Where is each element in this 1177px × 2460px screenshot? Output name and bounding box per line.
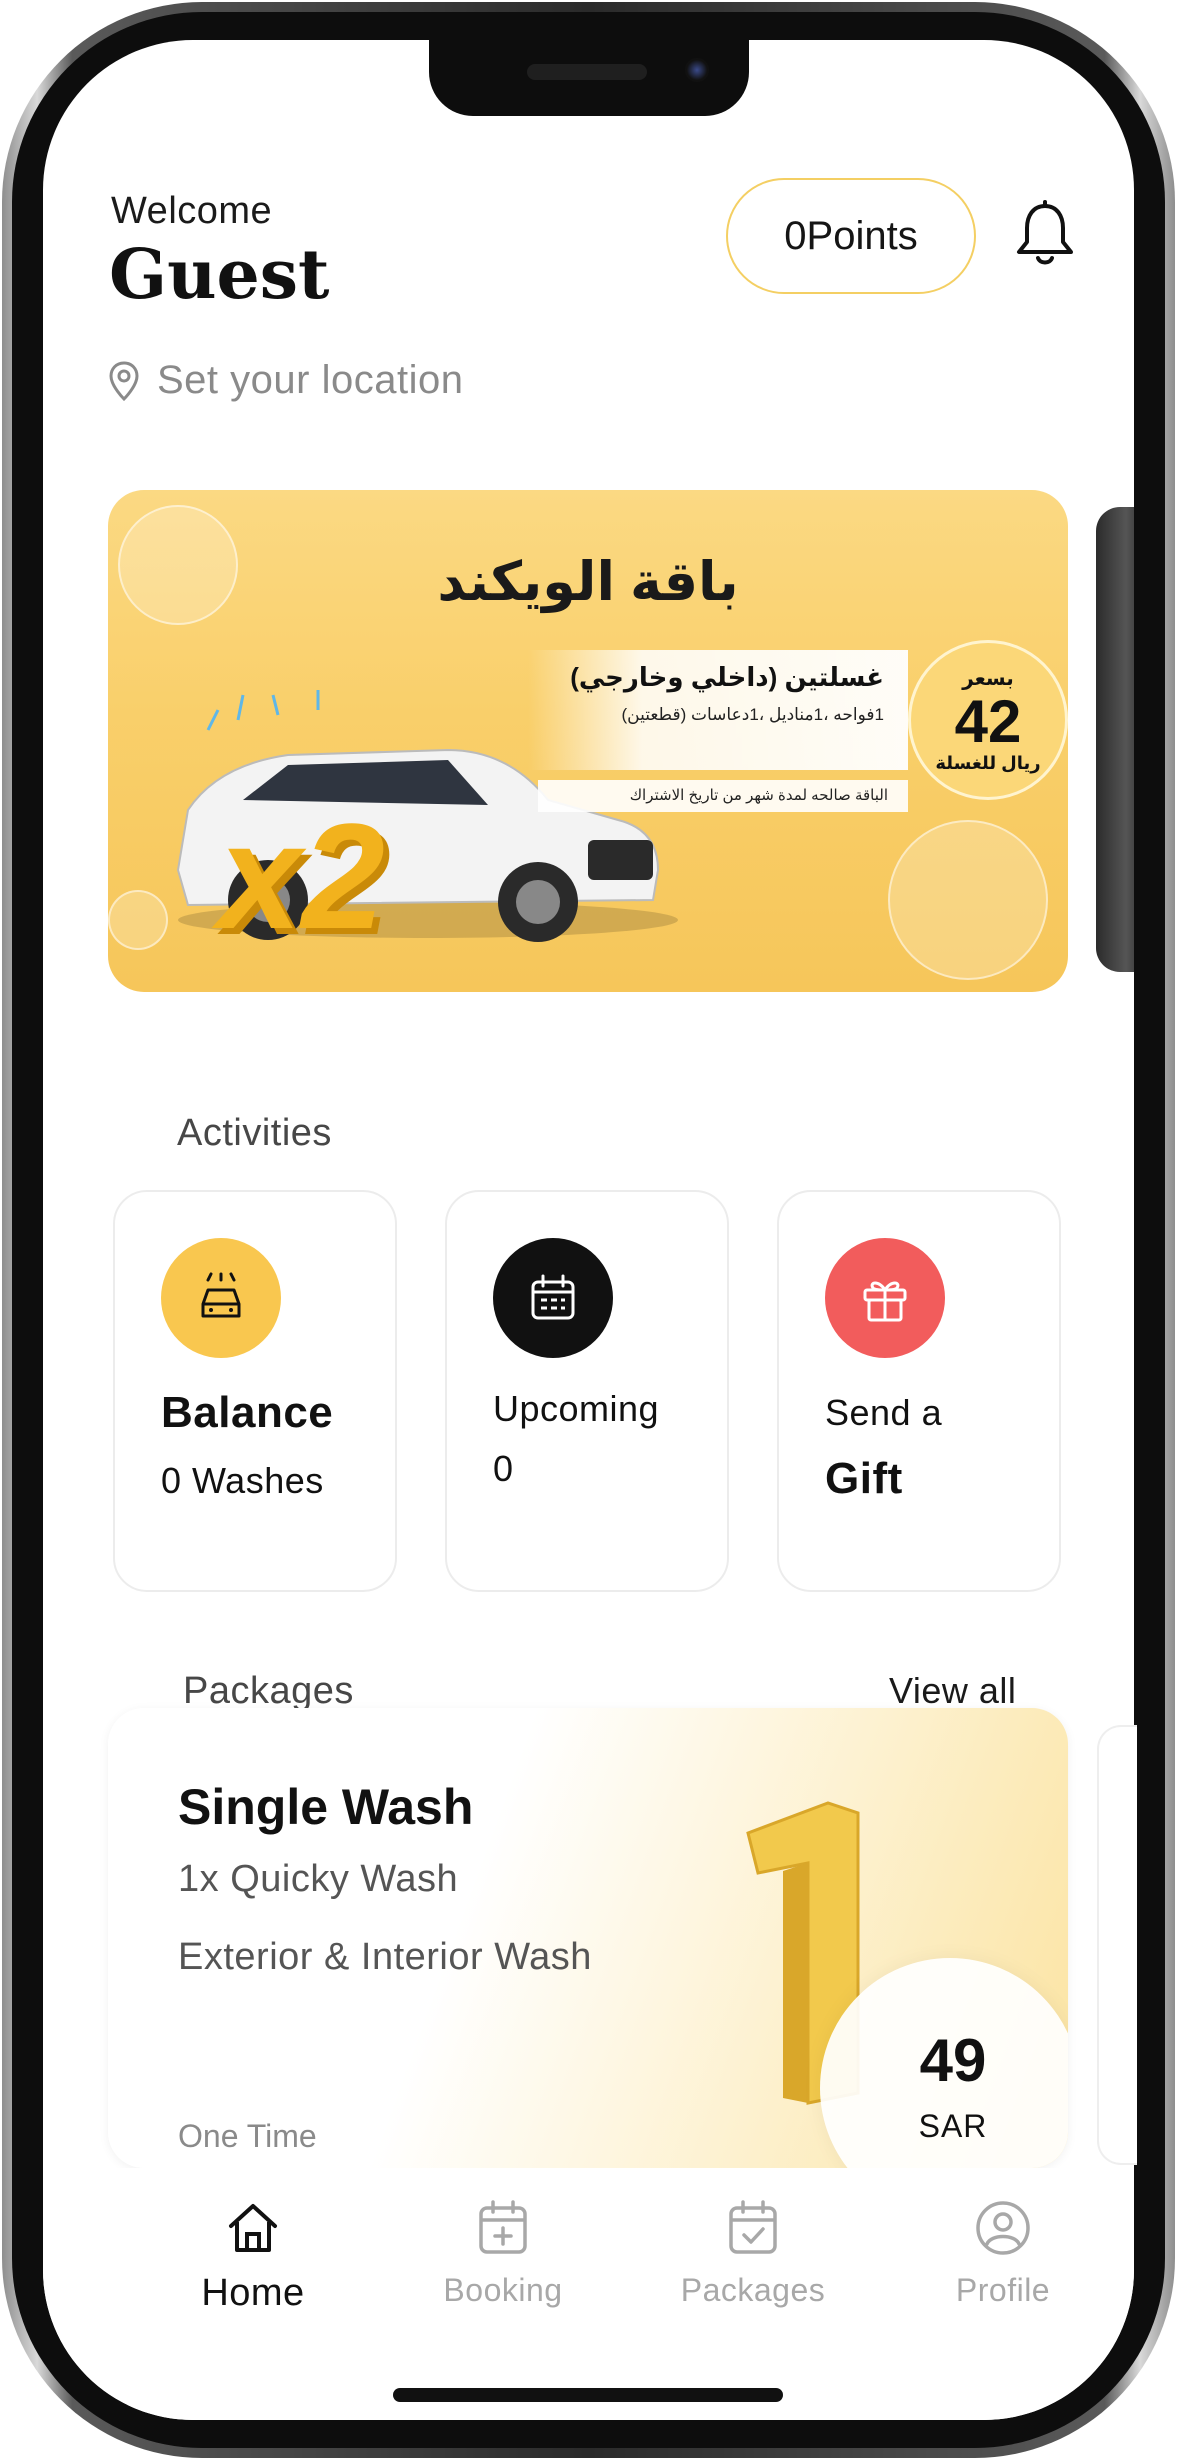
- bottom-nav: Home Booking Packages Profile: [43, 2168, 1134, 2420]
- promo-banner[interactable]: باقة الويكند x2 غسلتين (داخلي وخارجي) 1ف…: [108, 490, 1068, 992]
- nav-home-label: Home: [201, 2272, 305, 2314]
- car-wash-icon: [161, 1238, 281, 1358]
- location-pin-icon: [109, 360, 139, 401]
- user-circle-icon: [976, 2201, 1030, 2255]
- upcoming-value: 0: [493, 1448, 514, 1489]
- balance-title: Balance: [161, 1388, 334, 1437]
- offer-line-2: 1فواحه ،1مناديل ،1دعاسات (قطعتين): [621, 705, 884, 724]
- home-icon: [229, 2204, 277, 2252]
- package-card[interactable]: Single Wash 1x Quicky Wash Exterior & In…: [108, 1708, 1068, 2168]
- user-name: Guest: [109, 235, 330, 315]
- view-all-link[interactable]: View all: [889, 1670, 1016, 1712]
- activities-title: Activities: [177, 1112, 332, 1154]
- balance-card[interactable]: Balance 0 Washes: [113, 1190, 397, 1592]
- nav-packages-label: Packages: [680, 2272, 826, 2308]
- package-subtitle: 1x Quicky Wash: [178, 1858, 459, 1900]
- nav-profile-label: Profile: [955, 2272, 1051, 2308]
- welcome-label: Welcome: [111, 190, 273, 232]
- bubble-decoration: [888, 820, 1048, 980]
- upcoming-card[interactable]: Upcoming 0: [445, 1190, 729, 1592]
- nav-booking-label: Booking: [443, 2272, 563, 2308]
- nav-home[interactable]: Home: [143, 2198, 363, 2315]
- location-selector[interactable]: Set your location: [109, 358, 463, 403]
- nav-profile[interactable]: Profile: [893, 2198, 1113, 2309]
- packages-title: Packages: [183, 1670, 354, 1712]
- banner-price-badge: بسعر 42 ريال للغسلة: [908, 640, 1068, 800]
- send-gift-card[interactable]: Send a Gift: [777, 1190, 1061, 1592]
- calendar-icon: [493, 1238, 613, 1358]
- banner-price: 42: [954, 688, 1022, 755]
- notch: [429, 40, 749, 116]
- nav-packages[interactable]: Packages: [643, 2198, 863, 2309]
- offer-footer: الباقة صالحه لمدة شهر من تاريخ الاشتراك: [538, 780, 908, 812]
- gift-line-1: Send a: [825, 1392, 943, 1433]
- points-button[interactable]: 0Points: [726, 178, 976, 294]
- bell-icon[interactable]: [1013, 200, 1077, 270]
- nav-booking[interactable]: Booking: [393, 2198, 613, 2309]
- offer-details: غسلتين (داخلي وخارجي) 1فواحه ،1مناديل ،1…: [528, 650, 908, 770]
- next-banner-peek[interactable]: [1096, 507, 1134, 972]
- gift-line-2: Gift: [825, 1454, 903, 1503]
- gift-icon: [825, 1238, 945, 1358]
- multiplier-graphic: x2: [218, 792, 385, 960]
- banner-title: باقة الويكند: [437, 552, 739, 612]
- balance-value: 0 Washes: [161, 1460, 324, 1501]
- package-currency: SAR: [918, 2108, 988, 2144]
- location-label: Set your location: [157, 358, 464, 402]
- next-package-peek[interactable]: [1097, 1725, 1137, 2165]
- price-suffix: ريال للغسلة: [935, 753, 1041, 773]
- package-price: 49: [919, 2027, 987, 2094]
- calendar-check-icon: [729, 2200, 777, 2254]
- offer-line-1: غسلتين (داخلي وخارجي): [570, 662, 884, 692]
- home-indicator: [393, 2388, 783, 2402]
- package-frequency: One Time: [178, 2118, 317, 2154]
- package-name: Single Wash: [178, 1779, 474, 1835]
- package-description: Exterior & Interior Wash: [178, 1936, 592, 1978]
- upcoming-title: Upcoming: [493, 1388, 660, 1429]
- calendar-plus-icon: [479, 2200, 527, 2254]
